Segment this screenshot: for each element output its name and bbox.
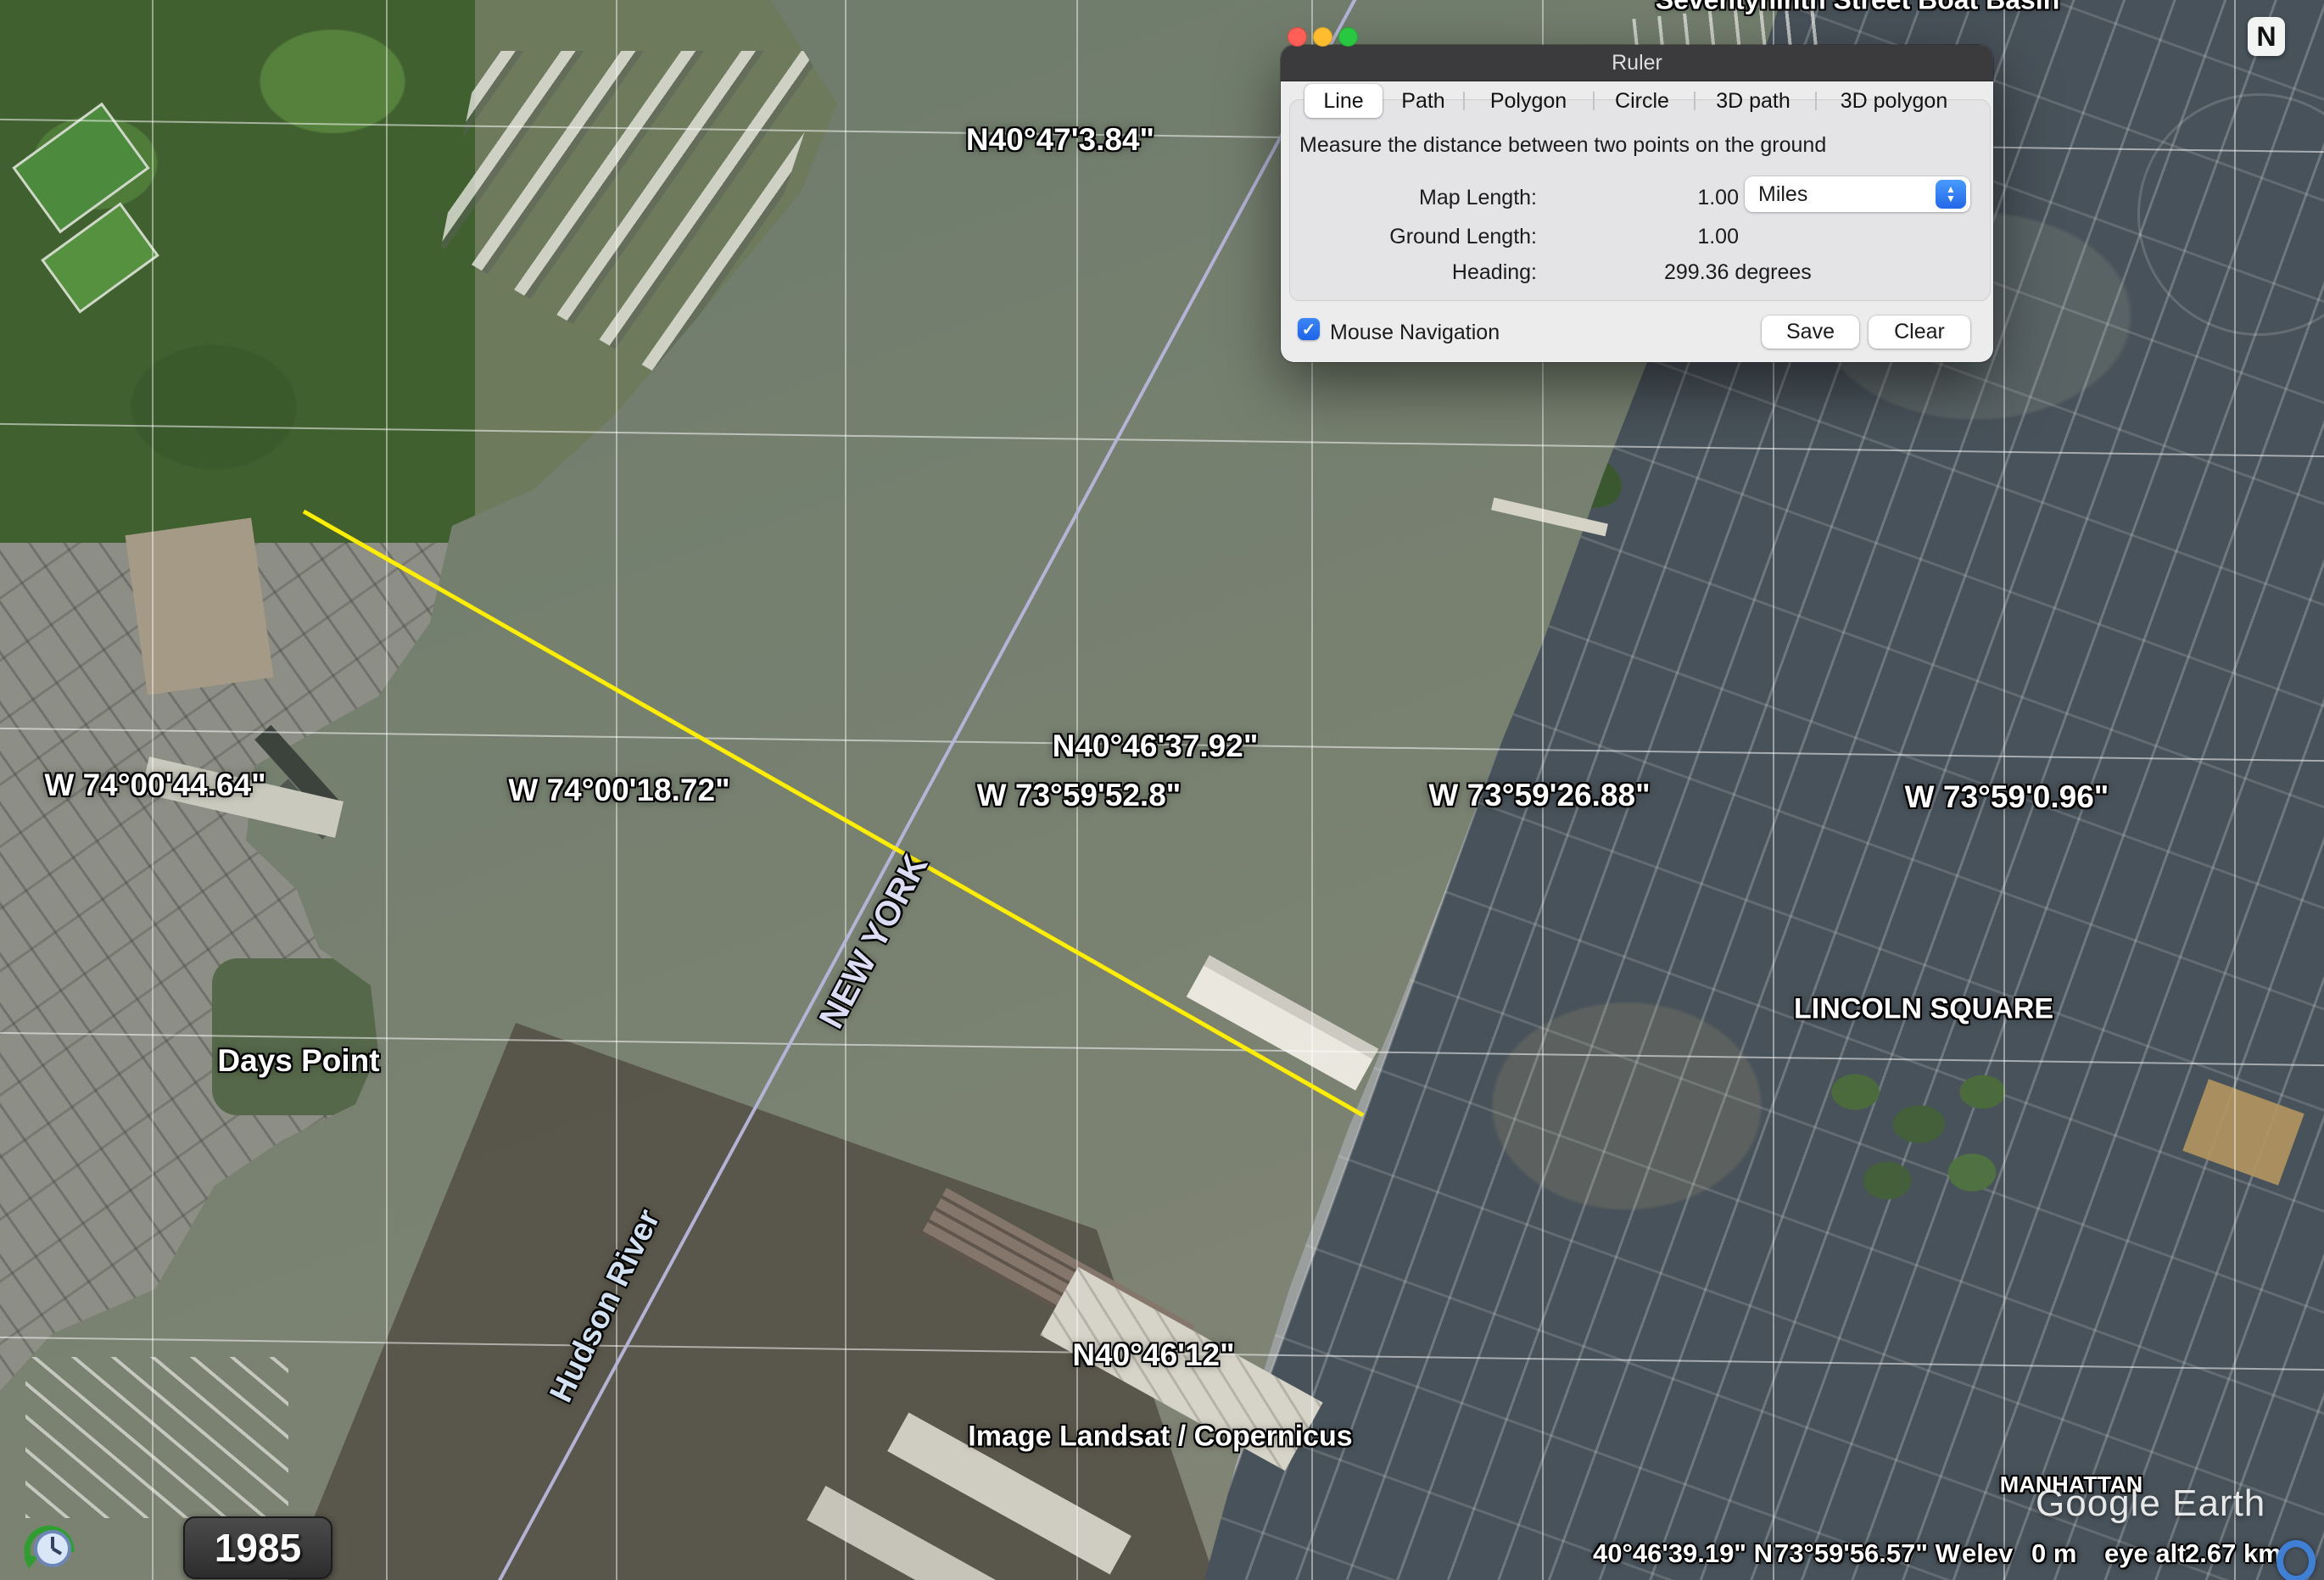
ruler-dialog: Ruler LinePathPolygonCircle3D path3D pol… xyxy=(1281,45,1993,362)
graticule-label: N40°46'12" xyxy=(1072,1337,1234,1373)
tab-3d-path[interactable]: 3D path xyxy=(1694,84,1813,118)
heading-value: 299.36 degrees xyxy=(1664,260,1902,285)
stepper-down-icon: ▼ xyxy=(1946,194,1956,204)
google-earth-window: N40°47'3.84" N40°46'37.92" N40°46'12" W 74°… xyxy=(0,0,2324,1580)
graticule-label: N40°46'37.92" xyxy=(1053,729,1259,764)
ground-length-value: 1.00 xyxy=(1645,225,1739,249)
place-label: LINCOLN SQUARE xyxy=(1794,993,2053,1026)
tab-separator xyxy=(1815,92,1817,110)
minimize-button[interactable] xyxy=(1313,27,1332,47)
tab-path[interactable]: Path xyxy=(1364,84,1483,118)
unit-dropdown[interactable]: Miles ▲ ▼ xyxy=(1745,176,1970,212)
north-compass-icon[interactable]: N xyxy=(2248,17,2285,56)
status-bar: 40°46'39.19" N 73°59'56.57" W elev 0 m e… xyxy=(0,1538,2324,1580)
status-eye-alt-value: 2.67 km xyxy=(2185,1538,2282,1569)
heading-label: Heading: xyxy=(1291,260,1537,285)
tab-circle[interactable]: Circle xyxy=(1583,84,1701,118)
clear-button[interactable]: Clear xyxy=(1869,315,1970,349)
checkmark-icon: ✓ xyxy=(1302,319,1316,340)
graticule-label: W 74°00'44.64" xyxy=(44,768,265,803)
save-button[interactable]: Save xyxy=(1762,315,1859,349)
status-latitude: 40°46'39.19" N xyxy=(1593,1538,1773,1569)
dialog-title: Ruler xyxy=(1281,45,1993,81)
dialog-description: Measure the distance between two points … xyxy=(1299,133,1826,158)
map-length-label: Map Length: xyxy=(1291,186,1537,210)
graticule-label: W 74°00'18.72" xyxy=(508,773,729,808)
google-earth-watermark: Google Earth xyxy=(2036,1482,2265,1525)
mouse-navigation-label: Mouse Navigation xyxy=(1330,321,1500,345)
streaming-indicator-icon xyxy=(2277,1540,2316,1580)
status-eye-alt-label: eye alt xyxy=(2104,1538,2187,1569)
graticule-label: W 73°59'26.88" xyxy=(1428,778,1650,813)
tab-3d-polygon[interactable]: 3D polygon xyxy=(1835,84,1953,118)
tab-separator xyxy=(1463,92,1465,110)
tab-separator xyxy=(1593,92,1595,110)
place-label: Image Landsat / Copernicus xyxy=(968,1421,1352,1454)
map-length-value: 1.00 xyxy=(1645,186,1739,210)
ground-length-label: Ground Length: xyxy=(1291,225,1537,249)
zoom-button[interactable] xyxy=(1338,27,1358,47)
tab-separator xyxy=(1694,92,1696,110)
status-longitude: 73°59'56.57" W xyxy=(1774,1538,1960,1569)
close-button[interactable] xyxy=(1288,27,1307,47)
status-elev-value: 0 m xyxy=(2031,1538,2076,1569)
status-elev-label: elev xyxy=(1962,1538,2013,1569)
dropdown-stepper-icon[interactable]: ▲ ▼ xyxy=(1936,180,1966,209)
mouse-navigation-checkbox[interactable]: ✓ xyxy=(1298,318,1320,340)
graticule-label: W 73°59'0.96" xyxy=(1905,779,2109,815)
graticule-label: W 73°59'52.8" xyxy=(977,778,1182,813)
graticule-label: N40°47'3.84" xyxy=(966,122,1154,158)
unit-selected: Miles xyxy=(1758,182,1807,207)
place-label: Days Point xyxy=(217,1043,379,1079)
tab-polygon[interactable]: Polygon xyxy=(1469,84,1588,118)
place-label: Seventyninth Street Boat Basin xyxy=(1656,0,2060,16)
